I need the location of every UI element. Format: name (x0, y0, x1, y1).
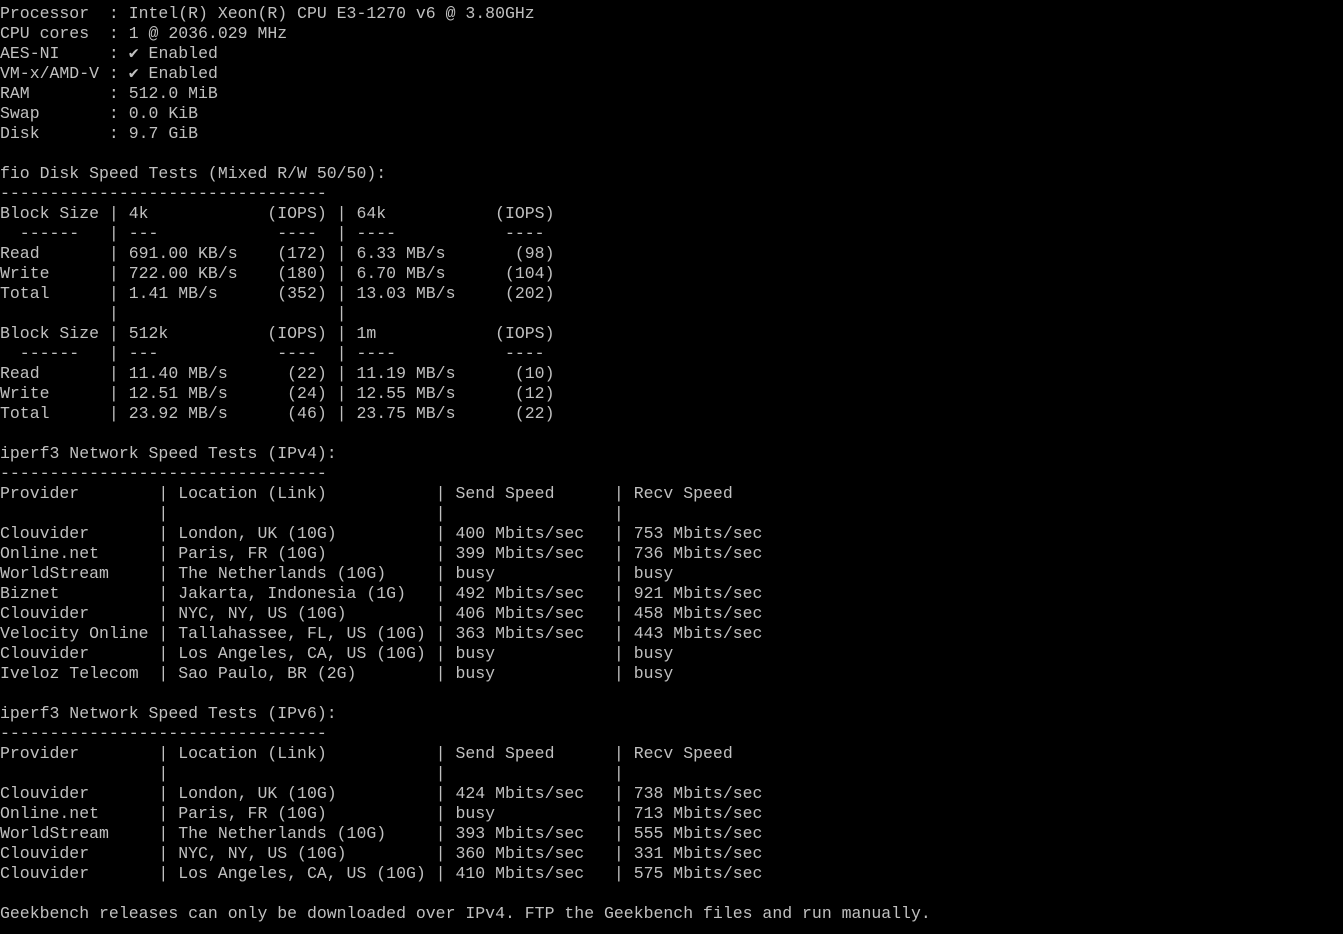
fio-row-read: Read | 11.40 MB/s (22) | 11.19 MB/s (10) (0, 364, 555, 383)
fio-row-total: Total | 23.92 MB/s (46) | 23.75 MB/s (22… (0, 404, 555, 423)
fio-table-spacer: | | (0, 304, 555, 323)
terminal-window[interactable]: Processor : Intel(R) Xeon(R) CPU E3-1270… (0, 0, 1343, 934)
iperf-ipv6-row: WorldStream | The Netherlands (10G) | 39… (0, 824, 783, 843)
fio-row-total: Total | 1.41 MB/s (352) | 13.03 MB/s (20… (0, 284, 555, 303)
iperf-ipv4-title: iperf3 Network Speed Tests (IPv4): (0, 444, 337, 463)
iperf-table-spacer: | | | (0, 764, 783, 783)
geekbench-notice: Geekbench releases can only be downloade… (0, 904, 931, 923)
iperf-ipv6-row: Clouvider | London, UK (10G) | 424 Mbits… (0, 784, 783, 803)
iperf-table-header: Provider | Location (Link) | Send Speed … (0, 744, 783, 763)
sysinfo-cpu-cores: CPU cores : 1 @ 2036.029 MHz (0, 24, 288, 43)
section-divider: --------------------------------- (0, 464, 327, 483)
iperf-ipv4-row: Clouvider | London, UK (10G) | 400 Mbits… (0, 524, 783, 543)
iperf-ipv4-row: Online.net | Paris, FR (10G) | 399 Mbits… (0, 544, 783, 563)
sysinfo-swap: Swap : 0.0 KiB (0, 104, 199, 123)
iperf-table-spacer: | | | (0, 504, 783, 523)
fio-table-separator: ------ | --- ---- | ---- ---- (0, 344, 555, 363)
fio-table-header: Block Size | 512k (IOPS) | 1m (IOPS) (0, 324, 555, 343)
iperf-ipv6-row: Online.net | Paris, FR (10G) | busy | 71… (0, 804, 783, 823)
section-divider: --------------------------------- (0, 184, 327, 203)
iperf-ipv4-row: WorldStream | The Netherlands (10G) | bu… (0, 564, 783, 583)
iperf-ipv4-row: Biznet | Jakarta, Indonesia (1G) | 492 M… (0, 584, 783, 603)
fio-section-title: fio Disk Speed Tests (Mixed R/W 50/50): (0, 164, 387, 183)
sysinfo-aes-ni: AES-NI : ✔ Enabled (0, 44, 218, 63)
iperf-ipv6-row: Clouvider | NYC, NY, US (10G) | 360 Mbit… (0, 844, 783, 863)
section-divider: --------------------------------- (0, 724, 327, 743)
iperf-ipv6-title: iperf3 Network Speed Tests (IPv6): (0, 704, 337, 723)
iperf-ipv4-row: Clouvider | Los Angeles, CA, US (10G) | … (0, 644, 783, 663)
sysinfo-disk: Disk : 9.7 GiB (0, 124, 199, 143)
iperf-ipv6-row: Clouvider | Los Angeles, CA, US (10G) | … (0, 864, 783, 883)
sysinfo-processor: Processor : Intel(R) Xeon(R) CPU E3-1270… (0, 4, 535, 23)
fio-row-read: Read | 691.00 KB/s (172) | 6.33 MB/s (98… (0, 244, 555, 263)
iperf-ipv4-row: Velocity Online | Tallahassee, FL, US (1… (0, 624, 783, 643)
fio-row-write: Write | 722.00 KB/s (180) | 6.70 MB/s (1… (0, 264, 555, 283)
fio-table-separator: ------ | --- ---- | ---- ---- (0, 224, 555, 243)
sysinfo-vmx: VM-x/AMD-V : ✔ Enabled (0, 64, 218, 83)
sysinfo-ram: RAM : 512.0 MiB (0, 84, 218, 103)
iperf-ipv4-row: Iveloz Telecom | Sao Paulo, BR (2G) | bu… (0, 664, 783, 683)
fio-row-write: Write | 12.51 MB/s (24) | 12.55 MB/s (12… (0, 384, 555, 403)
fio-table-header: Block Size | 4k (IOPS) | 64k (IOPS) (0, 204, 555, 223)
iperf-table-header: Provider | Location (Link) | Send Speed … (0, 484, 783, 503)
iperf-ipv4-row: Clouvider | NYC, NY, US (10G) | 406 Mbit… (0, 604, 783, 623)
